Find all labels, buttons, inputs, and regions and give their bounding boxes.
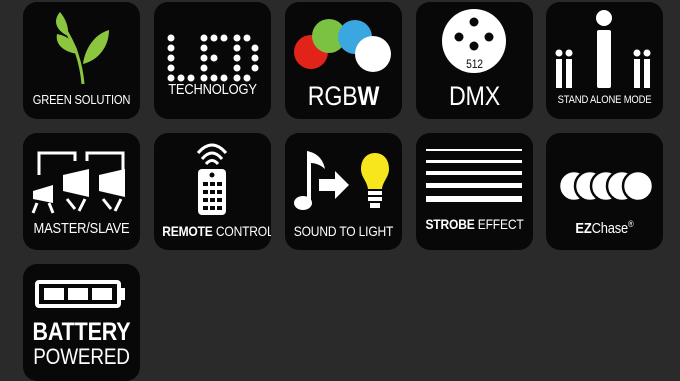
badge-label: MASTER/SLAVE: [33, 220, 130, 237]
effect-text: EFFECT: [477, 216, 524, 232]
strobe-lines-icon: [426, 149, 522, 202]
badge-label: STROBE EFFECT: [424, 216, 525, 232]
strobe-text: STROBE: [425, 216, 475, 232]
badge-label: STAND ALONE MODE: [557, 94, 652, 106]
master-slave-badge: MASTER/SLAVE: [23, 133, 140, 250]
battery-powered-badge: BATTERY POWERED: [23, 264, 140, 381]
rgbw-badge: RGBW: [285, 2, 402, 119]
sound-to-light-badge: SOUND TO LIGHT: [285, 133, 402, 250]
dmx-badge: 512 DMX: [416, 2, 533, 119]
powered-text: POWERED: [33, 344, 130, 369]
led-dot-matrix-icon: [167, 34, 259, 82]
w-text: W: [357, 81, 380, 111]
battery-text: BATTERY: [32, 318, 131, 346]
control-text: CONTROL: [215, 223, 271, 239]
rgb-text: RGB: [307, 81, 358, 111]
badge-label: SOUND TO LIGHT: [293, 223, 394, 239]
badge-label: REMOTE CONTROL: [162, 223, 271, 239]
chase-text: Chase: [591, 220, 629, 237]
led-technology-badge: TECHNOLOGY: [154, 2, 271, 119]
ez-text: EZ: [575, 220, 592, 237]
stand-alone-mode-badge: STAND ALONE MODE: [546, 2, 663, 119]
strobe-effect-badge: STROBE EFFECT: [416, 133, 533, 250]
remote-control-badge: REMOTE CONTROL: [154, 133, 271, 250]
green-solution-badge: GREEN SOLUTION: [23, 2, 140, 119]
badge-label: EZChase®: [554, 219, 655, 237]
badge-label: RGBW: [293, 81, 394, 112]
remote-text: REMOTE: [162, 223, 213, 239]
connector-number: 512: [466, 57, 483, 71]
badge-label: DMX: [448, 81, 501, 111]
badge-label: TECHNOLOGY: [168, 81, 257, 98]
registered-mark: ®: [628, 219, 634, 229]
ezchase-badge: EZChase®: [546, 133, 663, 250]
badge-label: GREEN SOLUTION: [32, 92, 131, 107]
